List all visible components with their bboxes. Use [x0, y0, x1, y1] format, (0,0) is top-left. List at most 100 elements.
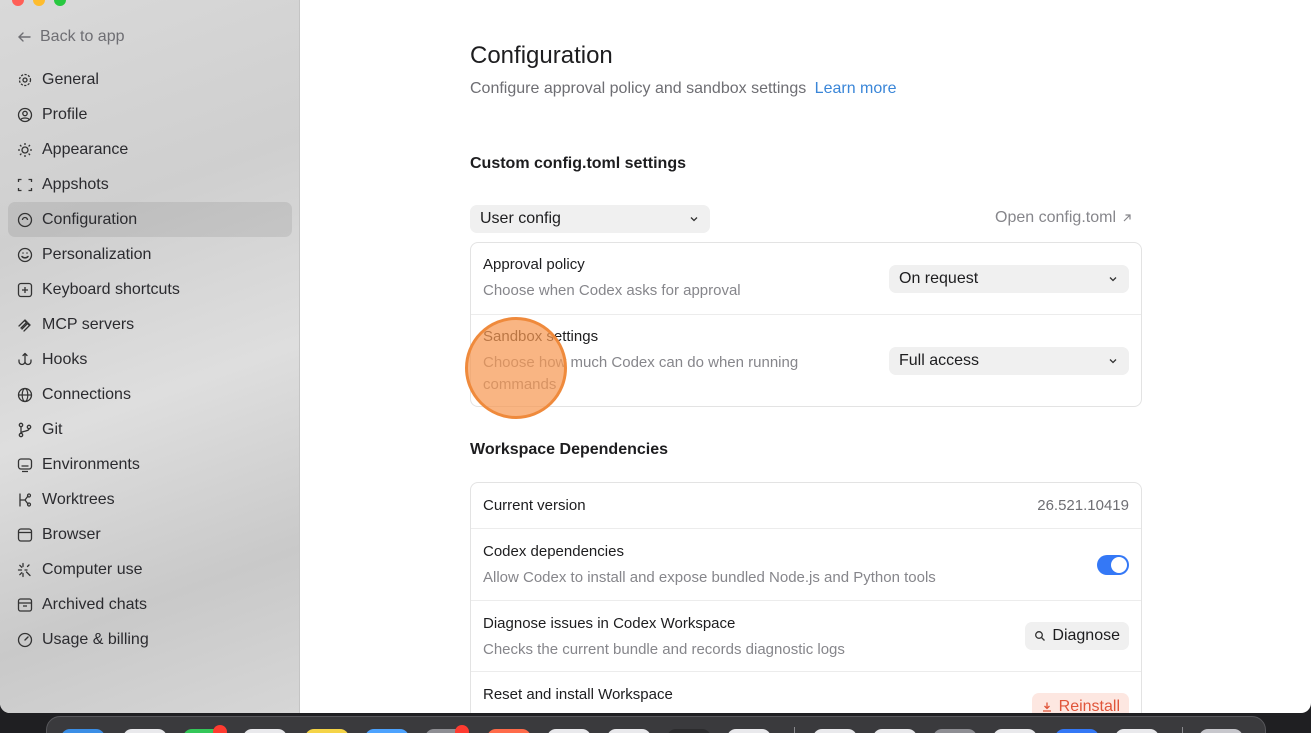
page-subtitle-text: Configure approval policy and sandbox se…	[470, 80, 807, 97]
gauge-icon	[17, 632, 33, 647]
reset-install-row: Reset and install Workspace Reinstall	[471, 672, 1141, 713]
archive-icon	[17, 597, 33, 612]
sandbox-settings-select[interactable]: Full access	[889, 347, 1129, 375]
codex-dependencies-toggle[interactable]	[1097, 555, 1129, 575]
sidebar-item-archived-chats[interactable]: Archived chats	[8, 587, 292, 622]
current-version-label: Current version	[483, 497, 586, 514]
sun-icon	[18, 142, 32, 157]
dock-app-icon[interactable]	[123, 729, 167, 733]
codex-dependencies-desc: Allow Codex to install and expose bundle…	[483, 569, 936, 586]
sidebar-item-configuration[interactable]: Configuration	[8, 202, 292, 237]
sidebar-item-label: Usage & billing	[42, 630, 149, 648]
mcp-icon	[18, 318, 31, 332]
dock-app-icon[interactable]	[873, 729, 917, 733]
diagnose-button-label: Diagnose	[1052, 627, 1120, 644]
settings-main: Configuration Configure approval policy …	[301, 0, 1311, 713]
config-scope-select[interactable]: User config	[470, 205, 710, 233]
sidebar-item-appshots[interactable]: Appshots	[8, 167, 292, 202]
dock-app-icon[interactable]	[547, 729, 591, 733]
settings-window: Back to app General Profile Appearance A…	[0, 0, 1311, 713]
sidebar-item-label: Appshots	[42, 175, 109, 193]
sidebar-item-appearance[interactable]: Appearance	[8, 132, 292, 167]
sidebar-item-browser[interactable]: Browser	[8, 517, 292, 552]
download-icon	[1042, 702, 1051, 712]
diagnose-button[interactable]: Diagnose	[1025, 622, 1129, 650]
sandbox-settings-value: Full access	[899, 352, 980, 369]
dock-app-icon[interactable]	[993, 729, 1037, 733]
hook-icon	[18, 352, 32, 365]
dock-app-icon[interactable]	[61, 729, 105, 733]
monitor-icon	[17, 457, 33, 472]
sidebar-item-environments[interactable]: Environments	[8, 447, 292, 482]
dock-trash-icon[interactable]	[1199, 729, 1243, 733]
sandbox-settings-row: Sandbox settings Choose how much Codex c…	[471, 315, 1141, 406]
chevron-down-icon	[1109, 277, 1117, 282]
approval-policy-desc: Choose when Codex asks for approval	[483, 282, 741, 299]
personalization-icon	[17, 247, 33, 262]
open-config-toml-label: Open config.toml	[995, 209, 1116, 226]
external-arrow-icon	[1123, 214, 1131, 222]
browser-icon	[17, 527, 33, 542]
workspace-dependencies-heading: Workspace Dependencies	[470, 441, 669, 458]
arrow-left-icon	[18, 32, 31, 42]
dock-separator	[794, 727, 795, 733]
sidebar-item-worktrees[interactable]: Worktrees	[8, 482, 292, 517]
back-to-app-link[interactable]: Back to app	[16, 28, 125, 46]
dock-app-icon[interactable]	[243, 729, 287, 733]
dock-app-icon[interactable]	[487, 729, 531, 733]
sidebar-item-profile[interactable]: Profile	[8, 97, 292, 132]
codex-dependencies-row: Codex dependencies Allow Codex to instal…	[471, 529, 1141, 601]
sidebar-item-label: Browser	[42, 525, 101, 543]
reinstall-button-label: Reinstall	[1058, 698, 1120, 713]
current-version-row: Current version 26.521.10419	[471, 483, 1141, 529]
toggle-knob	[1111, 557, 1127, 573]
minimize-window-button[interactable]	[33, 0, 45, 6]
gear-icon	[18, 73, 32, 86]
sidebar-item-keyboard-shortcuts[interactable]: Keyboard shortcuts	[8, 272, 292, 307]
config-icon	[17, 212, 33, 227]
sidebar-item-general[interactable]: General	[8, 62, 292, 97]
workspace-card: Current version 26.521.10419 Codex depen…	[470, 482, 1142, 713]
sidebar-item-label: Git	[42, 420, 63, 438]
sidebar-item-personalization[interactable]: Personalization	[8, 237, 292, 272]
dock-app-icon[interactable]	[1055, 729, 1099, 733]
dock-app-icon[interactable]	[1115, 729, 1159, 733]
dock-app-icon[interactable]	[305, 729, 349, 733]
close-window-button[interactable]	[12, 0, 24, 6]
sidebar-item-label: Appearance	[42, 140, 129, 158]
sidebar-item-mcp-servers[interactable]: MCP servers	[8, 307, 292, 342]
back-to-app-label: Back to app	[40, 28, 125, 45]
sidebar-item-hooks[interactable]: Hooks	[8, 342, 292, 377]
custom-config-heading: Custom config.toml settings	[470, 155, 686, 172]
sidebar-item-connections[interactable]: Connections	[8, 377, 292, 412]
sidebar-item-computer-use[interactable]: Computer use	[8, 552, 292, 587]
current-version-value: 26.521.10419	[1037, 497, 1129, 514]
open-config-toml-link[interactable]: Open config.toml	[995, 209, 1132, 227]
config-scope-value: User config	[480, 210, 561, 227]
keyboard-icon	[17, 282, 33, 297]
git-branch-icon	[18, 422, 32, 437]
sparkle-icon	[17, 562, 31, 577]
dock-separator	[1182, 727, 1183, 733]
sidebar-item-label: Connections	[42, 385, 131, 403]
diagnose-row: Diagnose issues in Codex Workspace Check…	[471, 601, 1141, 672]
approval-policy-title: Approval policy	[483, 256, 585, 273]
dock-app-icon[interactable]	[727, 729, 771, 733]
dock-app-icon[interactable]	[607, 729, 651, 733]
learn-more-link[interactable]: Learn more	[815, 80, 897, 97]
zoom-window-button[interactable]	[54, 0, 66, 6]
approval-policy-select[interactable]: On request	[889, 265, 1129, 293]
notification-badge	[213, 725, 227, 733]
window-controls	[12, 0, 66, 6]
user-circle-icon	[17, 107, 33, 122]
dock-app-icon[interactable]	[667, 729, 711, 733]
page-subtitle: Configure approval policy and sandbox se…	[470, 80, 897, 98]
dock-app-icon[interactable]	[933, 729, 977, 733]
sidebar-item-label: Environments	[42, 455, 140, 473]
config-settings-card: Approval policy Choose when Codex asks f…	[470, 242, 1142, 407]
reinstall-button[interactable]: Reinstall	[1031, 693, 1129, 713]
dock-app-icon[interactable]	[813, 729, 857, 733]
sidebar-item-usage-billing[interactable]: Usage & billing	[8, 622, 292, 657]
dock-app-icon[interactable]	[365, 729, 409, 733]
sidebar-item-git[interactable]: Git	[8, 412, 292, 447]
